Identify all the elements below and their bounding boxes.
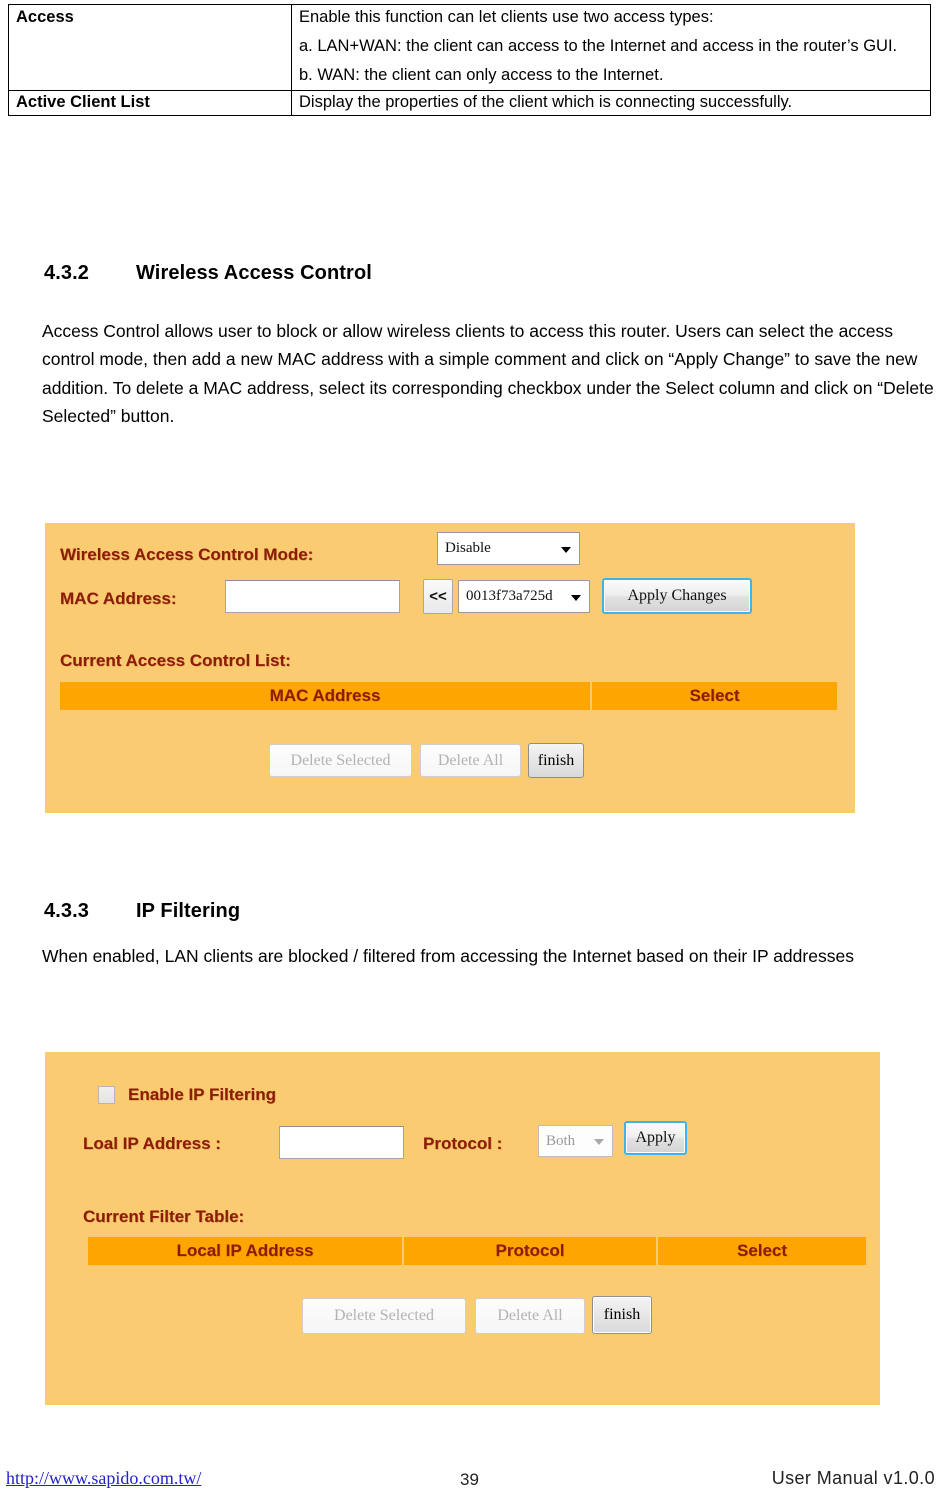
table-cell-term: Access	[8, 4, 292, 91]
chevron-down-icon	[561, 546, 571, 553]
ip-filtering-panel: Enable IP Filtering Loal IP Address : Pr…	[45, 1052, 880, 1405]
apply-changes-button[interactable]: Apply Changes	[602, 578, 752, 614]
mac-address-label: MAC Address:	[60, 589, 177, 608]
column-header-select: Select	[590, 682, 837, 710]
section-body-433: When enabled, LAN clients are blocked / …	[42, 946, 854, 966]
section-heading-432: 4.3.2 Wireless Access Control	[44, 262, 372, 285]
chevron-down-icon	[571, 594, 581, 601]
column-header-select: Select	[656, 1237, 866, 1265]
footer-manual-version: User Manual v1.0.0	[771, 1468, 935, 1488]
section-number: 4.3.2	[44, 262, 89, 284]
description-line: a. LAN+WAN: the client can access to the…	[299, 36, 898, 55]
filter-table-header: Local IP Address Protocol Select	[88, 1237, 866, 1265]
section-title: IP Filtering	[136, 900, 241, 922]
column-header-mac-address: MAC Address	[269, 686, 381, 705]
delete-all-button[interactable]: Delete All	[475, 1298, 585, 1334]
wireless-access-control-panel: Wireless Access Control Mode: Disable MA…	[45, 523, 855, 813]
local-ip-address-label: Loal IP Address :	[83, 1134, 221, 1153]
section-body-432: Access Control allows user to block or a…	[42, 321, 934, 427]
protocol-label: Protocol :	[423, 1134, 503, 1153]
wireless-mode-select[interactable]: Disable	[437, 532, 580, 565]
protocol-select[interactable]: Both	[538, 1125, 613, 1157]
column-header-local-ip-address: Local IP Address	[176, 1241, 314, 1260]
access-control-table-header: MAC Address Select	[60, 682, 837, 710]
chevron-down-icon	[594, 1139, 604, 1145]
section-title: Wireless Access Control	[136, 262, 372, 284]
insert-mac-button[interactable]: <<	[423, 579, 453, 614]
description-line: Enable this function can let clients use…	[299, 8, 714, 26]
section-number: 4.3.3	[44, 900, 89, 922]
table-cell-term: Active Client List	[8, 89, 292, 117]
table-cell-description: Display the properties of the client whi…	[291, 89, 931, 117]
section-heading-433: 4.3.3 IP Filtering	[44, 900, 240, 923]
apply-button[interactable]: Apply	[624, 1121, 687, 1155]
delete-selected-button[interactable]: Delete Selected	[269, 744, 412, 777]
wireless-mode-select-value: Disable	[445, 540, 491, 556]
wireless-mode-label: Wireless Access Control Mode:	[60, 545, 314, 564]
table-row: Access Enable this function can let clie…	[8, 4, 931, 91]
table-row: Active Client List Display the propertie…	[8, 89, 931, 117]
delete-selected-button[interactable]: Delete Selected	[302, 1298, 466, 1334]
local-ip-address-input[interactable]	[279, 1126, 404, 1159]
column-header-protocol: Protocol	[402, 1237, 656, 1265]
description-line: b. WAN: the client can only access to th…	[299, 66, 664, 85]
mac-list-select[interactable]: 0013f73a725d	[458, 580, 590, 613]
finish-button[interactable]: finish	[528, 743, 584, 778]
enable-ip-filtering-label: Enable IP Filtering	[128, 1085, 276, 1104]
enable-ip-filtering-checkbox[interactable]	[98, 1086, 115, 1104]
delete-all-button[interactable]: Delete All	[420, 744, 521, 777]
table-cell-description: Enable this function can let clients use…	[291, 4, 931, 91]
protocol-select-value: Both	[546, 1132, 576, 1149]
current-filter-table-heading: Current Filter Table:	[83, 1207, 245, 1226]
current-access-control-list-heading: Current Access Control List:	[60, 651, 291, 670]
definition-table: Access Enable this function can let clie…	[8, 4, 931, 117]
description-line: Display the properties of the client whi…	[299, 92, 793, 111]
mac-address-input[interactable]	[225, 580, 400, 613]
mac-list-select-value: 0013f73a725d	[466, 588, 553, 604]
finish-button[interactable]: finish	[592, 1296, 652, 1334]
